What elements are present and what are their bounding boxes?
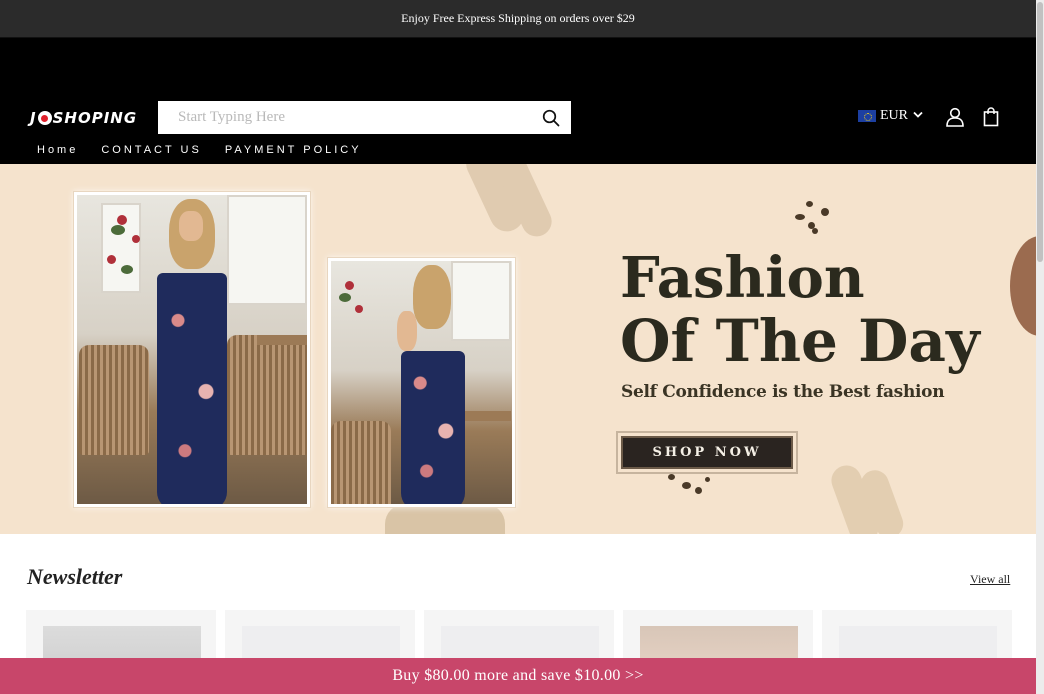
logo-wordmark: SHOPING <box>52 109 138 127</box>
main-nav: Home CONTACT US PAYMENT POLICY <box>0 135 385 165</box>
shop-now-button[interactable]: SHOP NOW <box>621 436 793 469</box>
eu-flag-icon <box>858 110 876 122</box>
logo-letter: J <box>30 109 37 127</box>
hero-title-line2: Of The Day <box>620 307 980 375</box>
decor-speck <box>705 477 710 482</box>
logo[interactable]: J SHOPING <box>30 108 137 128</box>
nav-contact-us[interactable]: CONTACT US <box>101 144 202 156</box>
hero-photo-front <box>73 191 311 508</box>
decor-speck <box>821 208 829 216</box>
hero-subtitle: Self Confidence is the Best fashion <box>621 382 945 402</box>
decor-speck <box>668 474 675 480</box>
site-header: J SHOPING EUR Home CONTACT US PAYME <box>0 38 1036 164</box>
announcement-text: Enjoy Free Express Shipping on orders ov… <box>401 11 635 25</box>
scrollbar-thumb[interactable] <box>1037 2 1043 262</box>
hero-title: Fashion Of The Day <box>620 250 980 370</box>
hero-title-line1: Fashion <box>620 245 865 311</box>
decor-blob <box>385 504 505 534</box>
search-bar <box>158 101 571 134</box>
currency-code: EUR <box>880 108 908 123</box>
decor-speck <box>695 487 702 494</box>
decor-speck <box>812 228 818 234</box>
decor-speck <box>795 214 805 220</box>
view-all-link[interactable]: View all <box>970 572 1010 587</box>
search-input[interactable] <box>158 101 531 134</box>
decor-speck <box>682 482 691 489</box>
logo-dot-icon <box>37 111 52 125</box>
page: Enjoy Free Express Shipping on orders ov… <box>0 0 1036 694</box>
announcement-bar: Enjoy Free Express Shipping on orders ov… <box>0 0 1036 38</box>
search-icon[interactable] <box>531 101 571 134</box>
scrollbar[interactable] <box>1036 0 1044 694</box>
promo-bar[interactable]: Buy $80.00 more and save $10.00 >> <box>0 658 1036 694</box>
hero-photo-back <box>327 257 516 508</box>
chevron-down-icon <box>913 108 923 124</box>
hero-banner[interactable]: Fashion Of The Day Self Confidence is th… <box>0 164 1036 534</box>
decor-blob <box>1010 236 1036 336</box>
currency-selector[interactable]: EUR <box>858 108 923 124</box>
shopping-bag-icon[interactable] <box>980 106 1002 128</box>
nav-home[interactable]: Home <box>37 144 78 156</box>
user-icon[interactable] <box>944 106 966 128</box>
section-title: Newsletter <box>27 564 123 589</box>
decor-speck <box>806 201 813 207</box>
nav-payment-policy[interactable]: PAYMENT POLICY <box>225 144 362 156</box>
